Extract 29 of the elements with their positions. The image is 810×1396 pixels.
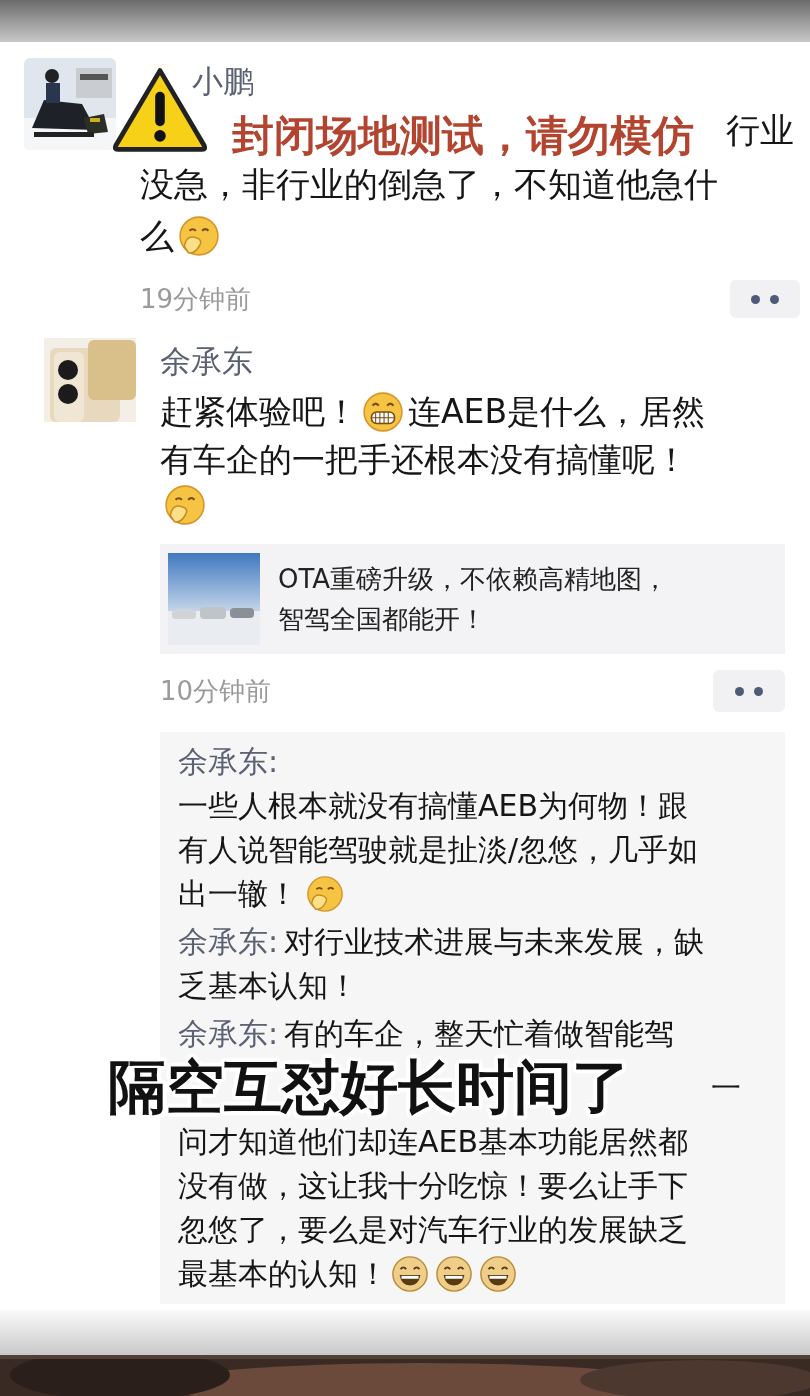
reply-text: 有的车企，整天忙着做智能驾 [284, 1015, 675, 1053]
comment-text: 有车企的一把手还根本没有搞懂呢！ [160, 439, 688, 481]
reply-text: 一些人根本就没有搞懂AEB为何物！跟 [178, 787, 689, 825]
reply-text: 一 [711, 1069, 741, 1107]
link-card[interactable]: OTA重磅升级，不依赖高精地图， 智驾全国都能开！ [160, 544, 785, 654]
post-text: 没急，非行业的倒急了，不知道他急什 [140, 163, 718, 206]
reply-text: 有人说智能驾驶就是扯淡/忽悠，几乎如 [178, 831, 699, 869]
reply-text: 出一辙！ [178, 875, 298, 913]
timestamp: 10分钟前 [160, 674, 272, 708]
post-text: 么 [140, 215, 174, 258]
reply-text: 没有做，这让我十分吃惊！要么让手下 [178, 1167, 688, 1205]
reply-author[interactable]: 余承东: [178, 1012, 279, 1056]
post-text: 行业 [726, 109, 794, 152]
reply-text: 问才知道他们却连AEB基本功能居然都 [178, 1123, 689, 1161]
reply-author[interactable]: 余承东: [178, 920, 279, 964]
comment-text: 连AEB是什么，居然 [408, 391, 706, 433]
reply-text: 最基本的认知！ [178, 1255, 388, 1293]
reply-text: 对行业技术进展与未来发展，缺 [284, 923, 705, 961]
reply-text: 忽悠了，要么是对汽车行业的发展缺乏 [178, 1211, 688, 1249]
reply-author[interactable]: 余承东: [178, 740, 279, 784]
warning-caption: 封闭场地测试，请勿模仿 [232, 110, 694, 162]
author-name[interactable]: 小鹏 [192, 63, 254, 99]
subtitle-caption: 隔空互怼好长时间了 [108, 1058, 630, 1116]
link-title[interactable]: OTA重磅升级，不依赖高精地图， [278, 559, 669, 599]
comment-text: 赶紧体验吧！ [160, 391, 358, 433]
link-title[interactable]: 智驾全国都能开！ [278, 599, 486, 639]
reply-text: 乏基本认知！ [178, 967, 358, 1005]
timestamp: 19分钟前 [140, 282, 252, 316]
author-name[interactable]: 余承东 [160, 343, 253, 379]
